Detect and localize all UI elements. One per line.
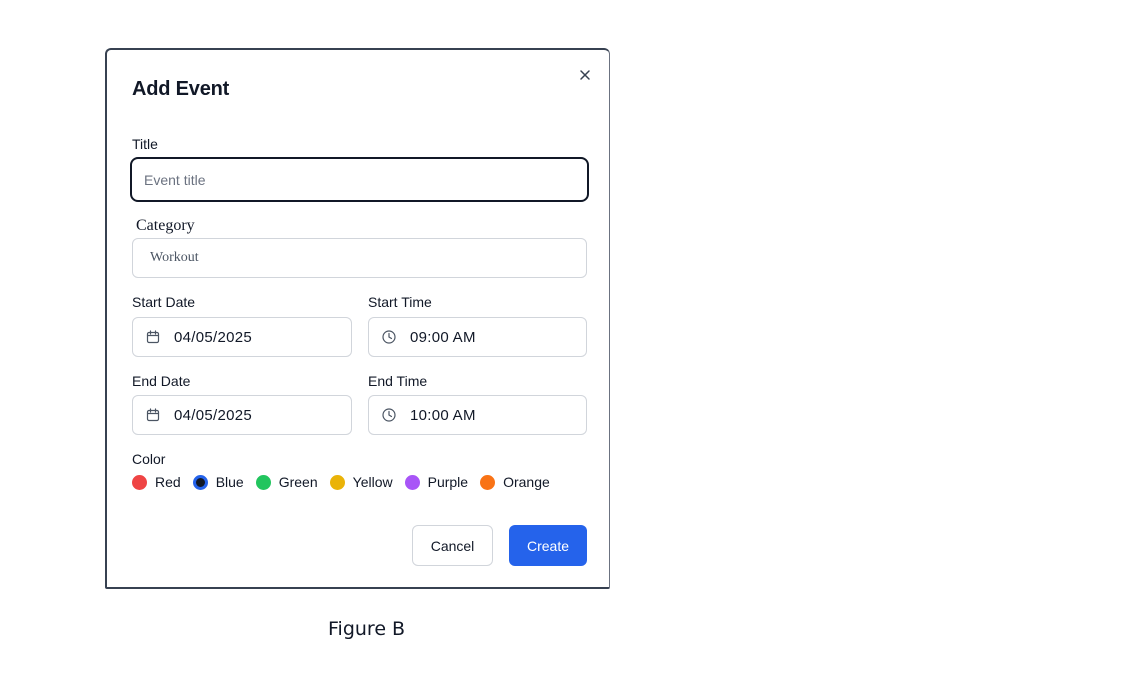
- color-name-red: Red: [155, 474, 181, 490]
- color-name-purple: Purple: [427, 474, 469, 490]
- start-date-field[interactable]: 04/05/2025: [132, 317, 352, 357]
- start-time-value: 09:00 AM: [410, 328, 476, 346]
- title-placeholder: Event title: [144, 171, 206, 188]
- start-time-field[interactable]: 09:00 AM: [368, 317, 587, 357]
- color-name-blue: Blue: [215, 474, 244, 490]
- color-option-red[interactable]: Red: [132, 474, 181, 490]
- color-option-orange[interactable]: Orange: [480, 474, 550, 490]
- color-options: Red Blue Green Yellow Purple Orange: [132, 474, 562, 490]
- end-date-field[interactable]: 04/05/2025: [132, 395, 352, 435]
- title-input[interactable]: Event title: [130, 157, 589, 202]
- color-option-green[interactable]: Green: [255, 474, 318, 490]
- color-name-yellow: Yellow: [352, 474, 393, 490]
- close-icon: [577, 67, 593, 83]
- end-date-label: End Date: [132, 373, 191, 389]
- color-swatch-blue: [192, 474, 208, 490]
- color-option-purple[interactable]: Purple: [404, 474, 469, 490]
- start-time-label: Start Time: [368, 294, 432, 310]
- title-label: Title: [132, 136, 158, 152]
- end-date-value: 04/05/2025: [174, 406, 253, 424]
- create-button[interactable]: Create: [509, 525, 587, 566]
- end-time-value: 10:00 AM: [410, 406, 476, 424]
- color-label: Color: [132, 451, 166, 467]
- color-option-yellow[interactable]: Yellow: [329, 474, 393, 490]
- end-time-label: End Time: [368, 373, 428, 389]
- color-name-orange: Orange: [503, 474, 550, 490]
- category-value: Workout: [150, 250, 199, 265]
- color-name-green: Green: [278, 474, 318, 490]
- calendar-icon: [145, 407, 161, 423]
- color-swatch-green: [255, 474, 271, 490]
- dialog-title: Add Event: [132, 78, 230, 100]
- category-label: Category: [136, 217, 195, 234]
- color-swatch-purple: [404, 474, 420, 490]
- clock-icon: [381, 407, 397, 423]
- page: Add Event Title Event title Category Wor…: [0, 0, 1145, 687]
- start-date-value: 04/05/2025: [174, 328, 253, 346]
- add-event-dialog: Add Event Title Event title Category Wor…: [105, 48, 610, 589]
- figure-caption: Figure B: [328, 618, 406, 640]
- clock-icon: [381, 329, 397, 345]
- color-option-blue[interactable]: Blue: [192, 474, 244, 490]
- color-swatch-orange: [480, 474, 496, 490]
- color-swatch-red: [132, 474, 147, 490]
- end-time-field[interactable]: 10:00 AM: [368, 395, 587, 435]
- category-input[interactable]: Workout: [132, 238, 587, 278]
- color-swatch-yellow: [329, 474, 345, 490]
- start-date-label: Start Date: [132, 294, 196, 310]
- close-button[interactable]: [577, 67, 593, 83]
- calendar-icon: [145, 329, 161, 345]
- cancel-button[interactable]: Cancel: [412, 525, 493, 566]
